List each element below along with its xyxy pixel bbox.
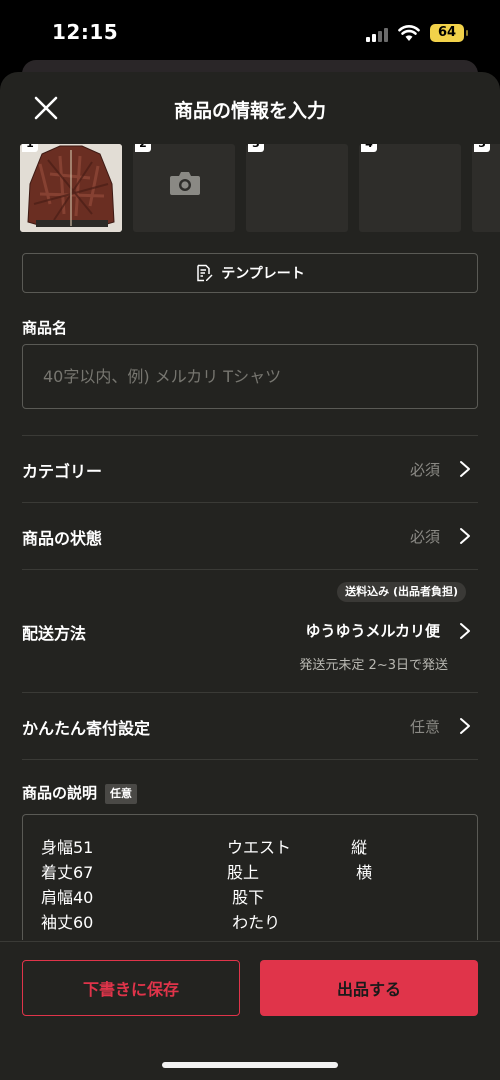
description-text-col1: 身幅51 着丈67 肩幅40 袖丈60 bbox=[41, 838, 94, 932]
donation-row[interactable]: かんたん寄付設定 任意 bbox=[0, 693, 500, 759]
home-indicator[interactable] bbox=[162, 1062, 338, 1068]
shipping-fee-badge: 送料込み (出品者負担) bbox=[337, 582, 466, 602]
category-row[interactable]: カテゴリー 必須 bbox=[0, 436, 500, 481]
photo-slot-5[interactable]: 5 bbox=[472, 144, 500, 232]
photo-number: 5 bbox=[474, 144, 490, 152]
donation-label: かんたん寄付設定 bbox=[22, 719, 151, 738]
description-textarea[interactable]: 身幅51 着丈67 肩幅40 袖丈60 ウエスト 股上 股下 わたり 縦 横 bbox=[22, 814, 478, 940]
condition-row[interactable]: 商品の状態 必須 bbox=[0, 503, 500, 569]
description-text-col3: 縦 横 bbox=[351, 838, 373, 882]
photo-slot-2[interactable]: 2 bbox=[133, 144, 235, 232]
category-value: 必須 bbox=[409, 461, 440, 479]
condition-value: 必須 bbox=[409, 528, 440, 546]
jacket-photo bbox=[20, 144, 122, 232]
product-name-input[interactable] bbox=[22, 344, 478, 409]
shipping-label: 配送方法 bbox=[22, 624, 87, 643]
donation-value: 任意 bbox=[409, 718, 440, 736]
photo-slot-4[interactable]: 4 bbox=[359, 144, 461, 232]
photo-number: 3 bbox=[248, 144, 264, 152]
list-item-button[interactable]: 出品する bbox=[260, 960, 478, 1016]
photo-number: 4 bbox=[361, 144, 377, 152]
shipping-method-value: ゆうゆうメルカリ便 bbox=[305, 622, 440, 640]
chevron-right-icon bbox=[460, 528, 470, 544]
template-button-label: テンプレート bbox=[221, 266, 305, 282]
divider bbox=[22, 569, 478, 570]
listing-form-sheet: 商品の情報を入力 1 2 3 4 bbox=[0, 72, 500, 1080]
photo-strip[interactable]: 1 2 3 4 5 bbox=[0, 144, 500, 236]
shipping-row[interactable]: 送料込み (出品者負担) 配送方法 ゆうゆうメルカリ便 発送元未定 2~3日で発… bbox=[0, 582, 500, 682]
template-icon bbox=[197, 264, 213, 282]
photo-slot-3[interactable]: 3 bbox=[246, 144, 348, 232]
condition-label: 商品の状態 bbox=[22, 529, 103, 548]
cellular-signal-icon bbox=[366, 26, 390, 42]
chevron-right-icon bbox=[460, 623, 470, 639]
photo-slot-1[interactable]: 1 bbox=[20, 144, 122, 232]
divider bbox=[22, 759, 478, 760]
wifi-icon bbox=[398, 25, 420, 41]
photo-number: 1 bbox=[22, 144, 38, 152]
optional-badge: 任意 bbox=[105, 783, 138, 804]
status-bar: 12:15 64 bbox=[0, 0, 500, 62]
header: 商品の情報を入力 bbox=[0, 72, 500, 144]
description-label-wrap: 商品の説明 任意 bbox=[22, 782, 138, 804]
save-draft-button[interactable]: 下書きに保存 bbox=[22, 960, 240, 1016]
category-label: カテゴリー bbox=[22, 462, 103, 481]
status-time: 12:15 bbox=[52, 20, 119, 44]
page-title: 商品の情報を入力 bbox=[173, 100, 326, 122]
shipping-note: 発送元未定 2~3日で発送 bbox=[299, 658, 448, 673]
chevron-right-icon bbox=[460, 461, 470, 477]
chevron-right-icon bbox=[460, 718, 470, 734]
description-text-col2: ウエスト 股上 股下 わたり bbox=[227, 838, 292, 932]
photo-number: 2 bbox=[135, 144, 151, 152]
description-label: 商品の説明 bbox=[22, 784, 98, 802]
footer: 下書きに保存 出品する bbox=[0, 941, 500, 1080]
camera-icon bbox=[170, 172, 200, 195]
template-button[interactable]: テンプレート bbox=[22, 253, 478, 293]
product-name-label: 商品名 bbox=[22, 319, 68, 337]
battery-icon: 64 bbox=[430, 24, 468, 42]
